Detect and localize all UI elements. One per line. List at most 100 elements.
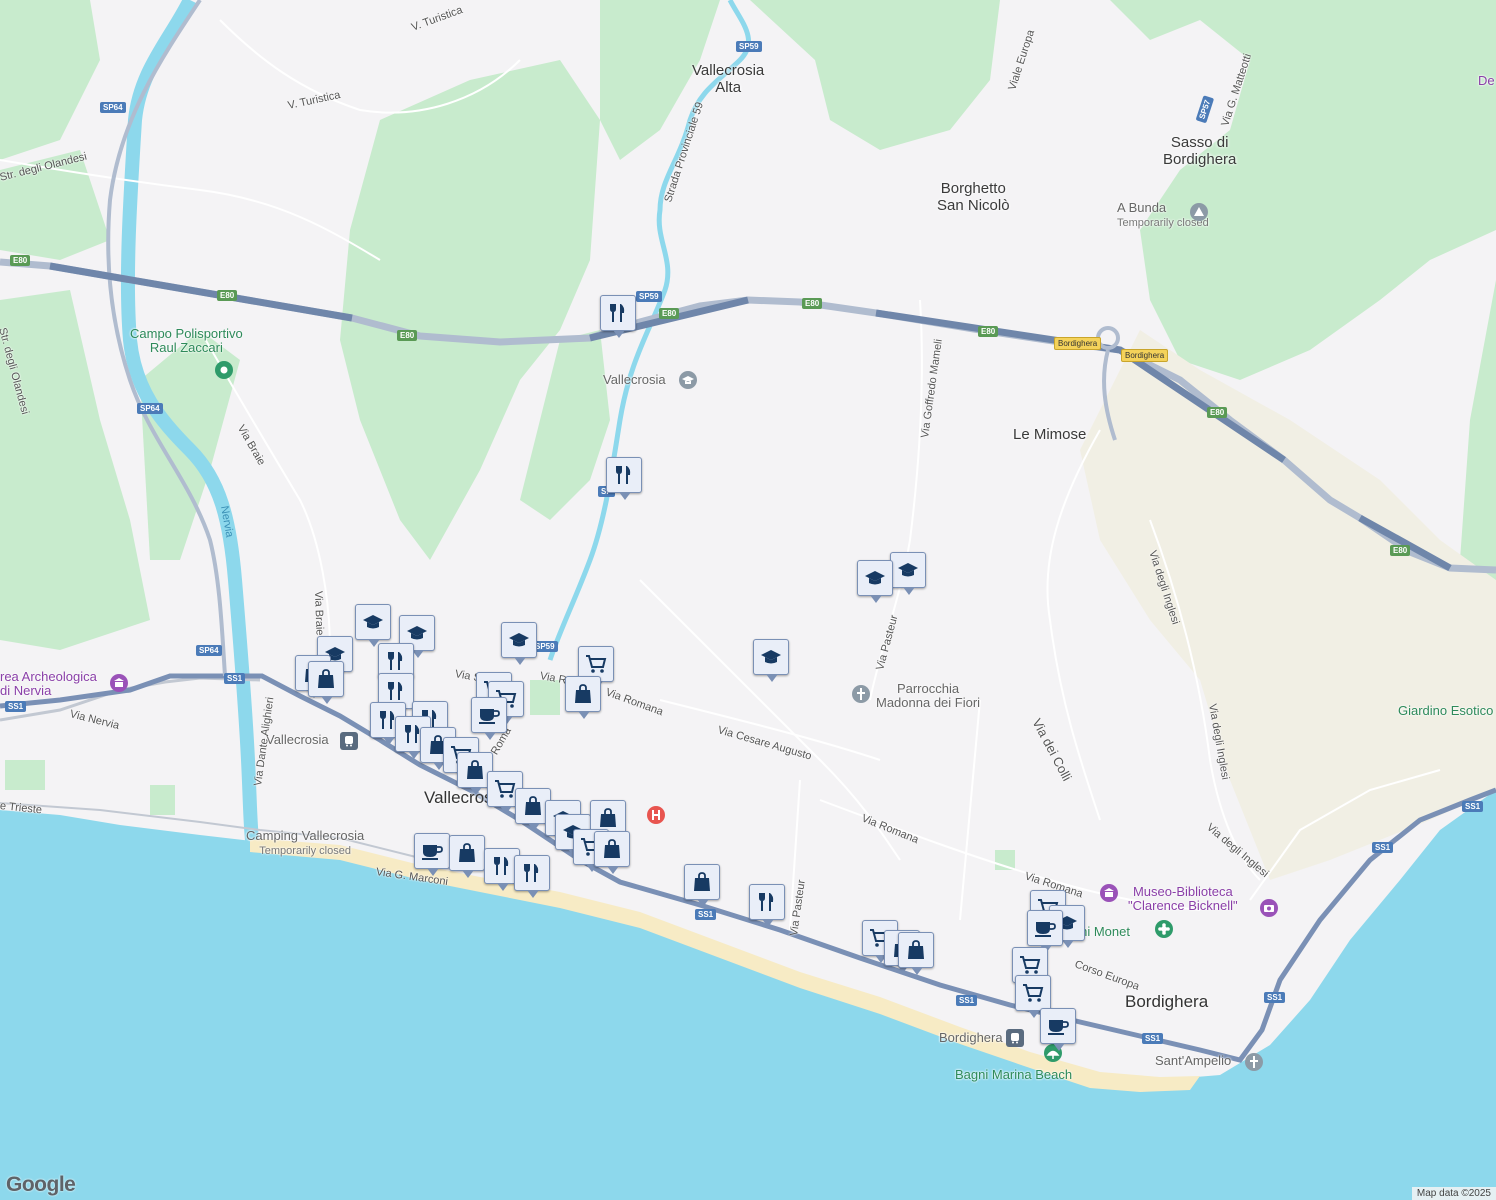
cafe-icon: [422, 845, 443, 860]
museum-icon[interactable]: [110, 674, 128, 692]
library-icon[interactable]: [1100, 884, 1118, 902]
church-sant-ampelio-icon[interactable]: [1245, 1053, 1263, 1071]
route-shield-e80: E80: [1207, 407, 1228, 418]
shop-icon: [908, 940, 924, 959]
church-icon[interactable]: [852, 685, 870, 703]
route-shield-ss1: SS1: [1372, 842, 1394, 853]
poi-area-archeologica[interactable]: rea Archeologica di Nervia: [0, 670, 97, 698]
route-shield-ss1: SS1: [224, 673, 246, 684]
shop-icon: [467, 760, 483, 779]
restaurant-icon: [524, 864, 539, 882]
google-logo[interactable]: Google: [6, 1173, 76, 1197]
school-icon: [363, 615, 383, 629]
restaurant-marker[interactable]: [514, 855, 550, 898]
shop-marker[interactable]: [898, 932, 934, 975]
station-bordighera-label: Bordighera: [939, 1030, 1003, 1045]
school-marker[interactable]: [355, 604, 391, 647]
route-shield-ss1: SS1: [5, 701, 27, 712]
place-vallecrosia-alta: Vallecrosia Alta: [692, 62, 765, 96]
route-shield-e80: E80: [217, 290, 238, 301]
restaurant-icon: [388, 682, 403, 700]
stadium-icon[interactable]: [215, 361, 233, 379]
route-shield-e80: E80: [1390, 545, 1411, 556]
grocery-icon: [1023, 984, 1044, 1002]
route-shield-sp59: SP59: [736, 41, 762, 52]
cafe-marker[interactable]: [471, 697, 507, 740]
route-shield-sp64: SP64: [100, 102, 126, 113]
cafe-icon: [479, 709, 500, 724]
poi-camping-vallecrosia[interactable]: Camping Vallecrosia Temporarily closed: [246, 829, 364, 858]
shop-icon: [459, 843, 475, 862]
poi-museo-biblioteca[interactable]: Museo-Biblioteca "Clarence Bicknell": [1128, 885, 1238, 913]
shop-marker[interactable]: [594, 831, 630, 874]
train-station-icon[interactable]: [340, 732, 358, 750]
school-marker[interactable]: [501, 622, 537, 665]
camera-icon[interactable]: [1260, 899, 1278, 917]
restaurant-icon: [388, 652, 403, 670]
cafe-marker[interactable]: [1040, 1008, 1076, 1051]
poi-campo-polisportivo[interactable]: Campo Polisportivo Raul Zaccari: [130, 327, 243, 355]
grocery-icon: [495, 780, 516, 798]
shop-marker[interactable]: [449, 835, 485, 878]
restaurant-marker[interactable]: [600, 295, 636, 338]
grocery-marker[interactable]: [1015, 975, 1051, 1018]
school-marker[interactable]: [890, 552, 926, 595]
school-icon: [761, 650, 781, 664]
shop-icon: [575, 684, 591, 703]
shop-marker[interactable]: [565, 676, 601, 719]
map-attribution[interactable]: Map data ©2025: [1411, 1187, 1496, 1200]
route-shield-ss1: SS1: [956, 995, 978, 1006]
cafe-marker[interactable]: [414, 833, 450, 876]
restaurant-icon: [494, 857, 509, 875]
route-shield-e80: E80: [978, 326, 999, 337]
school-icon: [407, 626, 427, 640]
poi-bagni-marina-beach[interactable]: Bagni Marina Beach: [955, 1068, 1072, 1082]
shop-icon: [318, 669, 334, 688]
route-shield-e80: E80: [659, 308, 680, 319]
restaurant-icon: [610, 304, 625, 322]
school-icon[interactable]: [679, 371, 697, 389]
restaurant-marker[interactable]: [749, 884, 785, 927]
grocery-icon: [586, 655, 607, 673]
poi-de-edge[interactable]: De: [1478, 74, 1495, 88]
school-icon: [865, 571, 885, 585]
route-shield-e80: E80: [397, 330, 418, 341]
poi-giardino-esotico[interactable]: Giardino Esotico: [1398, 704, 1493, 718]
route-shield-ss1: SS1: [1264, 992, 1286, 1003]
garden-icon[interactable]: [1155, 920, 1173, 938]
grocery-icon: [1020, 956, 1041, 974]
school-icon: [898, 563, 918, 577]
route-shield-ss1: SS1: [695, 909, 717, 920]
school-marker[interactable]: [753, 639, 789, 682]
station-vallecrosia-label[interactable]: Vallecrosia: [266, 733, 329, 747]
place-sasso-di-bordighera: Sasso di Bordighera: [1163, 134, 1237, 168]
street-via-braie-2: Via Braie: [312, 590, 326, 636]
restaurant-marker[interactable]: [606, 457, 642, 500]
place-bordighera: Bordighera: [1125, 992, 1209, 1011]
route-shield-sp59: SP59: [636, 291, 662, 302]
shop-icon: [694, 872, 710, 891]
map-base-layer: [0, 0, 1496, 1200]
map-canvas[interactable]: Vallecrosia Alta Sasso di Bordighera Bor…: [0, 0, 1496, 1200]
cafe-icon: [1048, 1020, 1069, 1035]
route-shield-sp64: SP64: [137, 403, 163, 414]
exit-sign-bordighera: Bordighera: [1054, 337, 1102, 350]
restaurant-icon: [616, 466, 631, 484]
train-station-bordighera-icon[interactable]: [1006, 1029, 1024, 1047]
shop-icon: [600, 808, 616, 827]
poi-parrocchia[interactable]: Parrocchia Madonna dei Fiori: [876, 682, 980, 710]
exit-sign-bordighera: Bordighera: [1121, 349, 1169, 362]
shop-marker[interactable]: [308, 661, 344, 704]
cafe-icon: [1035, 922, 1056, 937]
cafe-marker[interactable]: [1027, 910, 1063, 953]
poi-vallecrosia-school[interactable]: Vallecrosia: [603, 373, 666, 387]
school-icon: [509, 633, 529, 647]
shop-icon: [525, 796, 541, 815]
route-shield-ss1: SS1: [1142, 1033, 1164, 1044]
hospital-icon[interactable]: [647, 806, 665, 824]
school-marker[interactable]: [857, 560, 893, 603]
campground-icon[interactable]: [1190, 203, 1208, 221]
shop-icon: [604, 839, 620, 858]
route-shield-ss1: SS1: [1462, 801, 1484, 812]
shop-marker[interactable]: [684, 864, 720, 907]
